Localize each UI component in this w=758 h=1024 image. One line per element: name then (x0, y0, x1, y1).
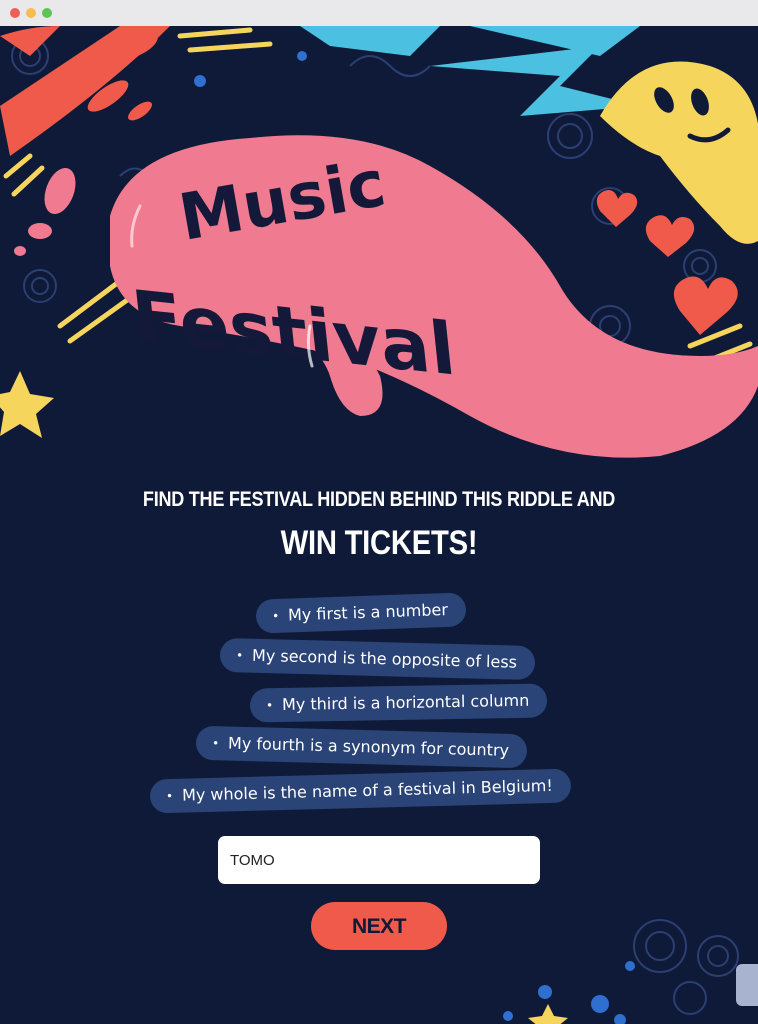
clue-text: My second is the opposite of less (251, 645, 518, 672)
browser-window: Music Festival FIND THE FESTIVAL HIDDEN … (0, 0, 758, 1024)
headline-line2: WIN TICKETS! (280, 524, 478, 562)
close-window-button[interactable] (10, 8, 20, 18)
minimize-window-button[interactable] (26, 8, 36, 18)
pink-splashes (14, 167, 76, 256)
next-button[interactable]: NEXT (311, 902, 447, 950)
clue-text: My first is a number (287, 599, 449, 625)
page-content: Music Festival FIND THE FESTIVAL HIDDEN … (0, 26, 758, 1024)
coral-streaks (0, 26, 170, 156)
clue-text: My fourth is a synonym for country (227, 733, 510, 760)
window-titlebar (0, 0, 758, 27)
headline-line1: FIND THE FESTIVAL HIDDEN BEHIND THIS RID… (142, 488, 616, 511)
star-icon (0, 371, 54, 438)
clue-bullet: • (271, 608, 280, 624)
maximize-window-button[interactable] (42, 8, 52, 18)
riddle-clue-3: • My third is a horizontal column (249, 683, 548, 723)
clue-bullet: • (211, 736, 220, 751)
answer-input[interactable] (218, 836, 540, 884)
cyan-shapes (300, 26, 640, 116)
clue-bullet: • (165, 788, 174, 804)
clue-bullet: • (235, 648, 244, 663)
clue-text: My whole is the name of a festival in Be… (181, 775, 554, 805)
clue-text: My third is a horizontal column (281, 690, 530, 715)
bottom-star-icon (528, 1004, 568, 1024)
clue-bullet: • (265, 698, 274, 713)
scroll-handle[interactable] (736, 964, 758, 1006)
